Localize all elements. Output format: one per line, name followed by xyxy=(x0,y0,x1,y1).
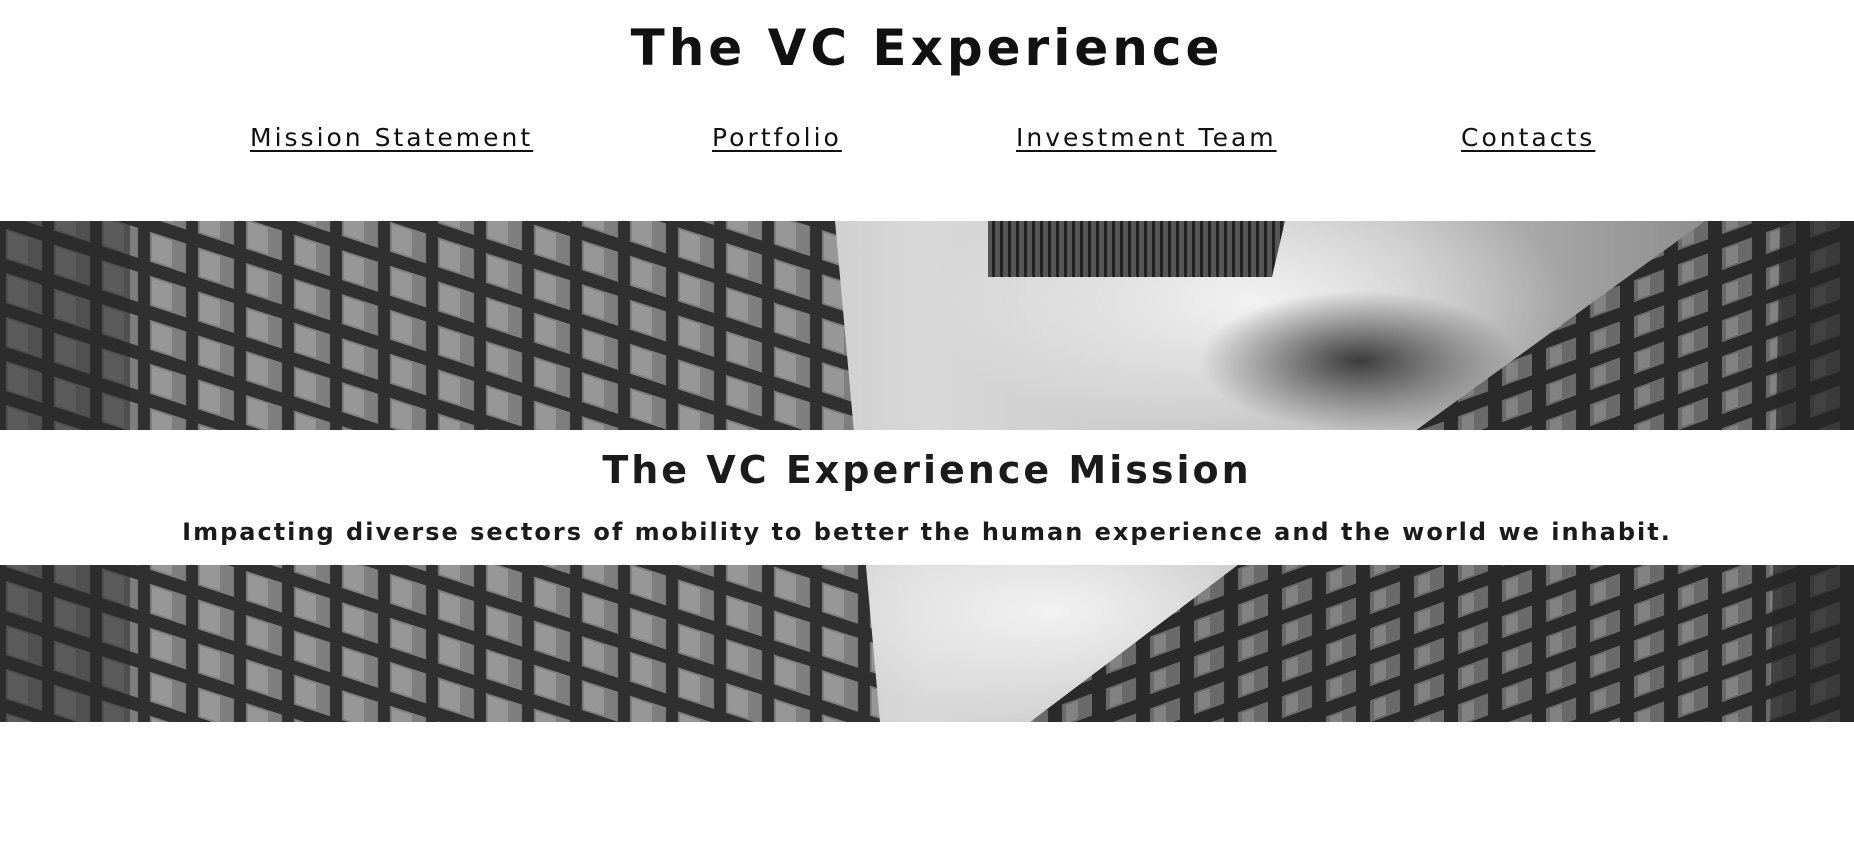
nav-link-portfolio[interactable]: Portfolio xyxy=(712,118,858,158)
nav-link-mission-statement[interactable]: Mission Statement xyxy=(250,118,554,158)
main-nav: Mission Statement Portfolio Investment T… xyxy=(0,118,1854,158)
page: The VC Experience Mission Statement Port… xyxy=(0,0,1854,846)
site-title: The VC Experience xyxy=(630,19,1224,77)
mission-statement: Impacting diverse sectors of mobility to… xyxy=(182,518,1672,546)
nav-link-investment-team[interactable]: Investment Team xyxy=(1016,118,1303,158)
mission-title: The VC Experience Mission xyxy=(602,448,1252,492)
nav-link-contacts[interactable]: Contacts xyxy=(1461,118,1609,158)
mission-section: The VC Experience Mission Impacting dive… xyxy=(0,430,1854,565)
